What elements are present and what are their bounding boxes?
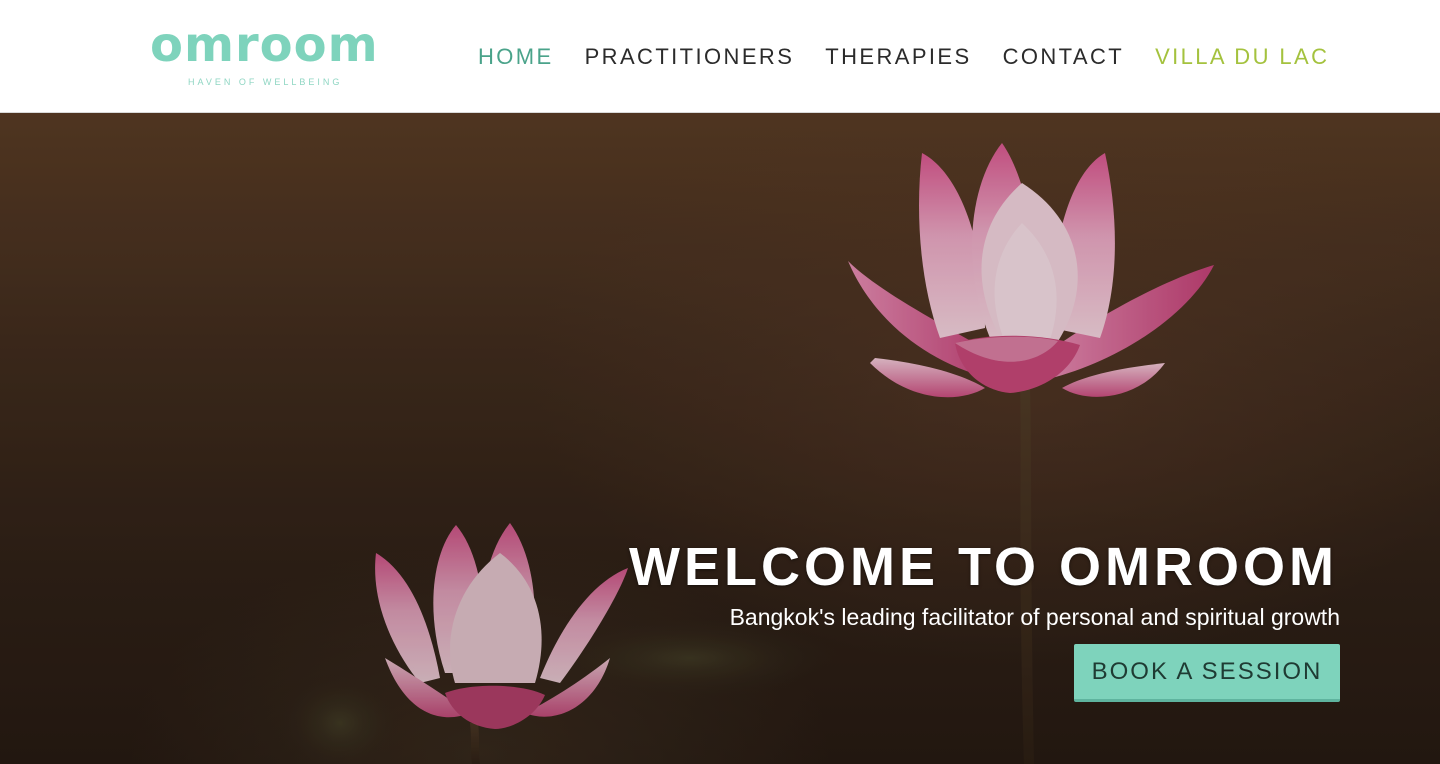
logo-wordmark: omroom (150, 17, 379, 73)
site-header: omroom HAVEN OF WELLBEING HOME PRACTITIO… (0, 0, 1440, 113)
hero-subtitle: Bangkok's leading facilitator of persona… (729, 604, 1340, 630)
nav-therapies[interactable]: THERAPIES (825, 43, 971, 71)
hero-banner: WELCOME TO OMROOM Bangkok's leading faci… (0, 113, 1440, 764)
nav-practitioners[interactable]: PRACTITIONERS (585, 43, 795, 71)
logo-tagline: HAVEN OF WELLBEING (188, 77, 343, 87)
omroom-logo[interactable]: omroom HAVEN OF WELLBEING (150, 20, 386, 92)
main-nav: HOME PRACTITIONERS THERAPIES CONTACT VIL… (478, 42, 1329, 72)
hero-title: WELCOME TO OMROOM (629, 537, 1338, 597)
nav-villa-du-lac[interactable]: VILLA DU LAC (1155, 43, 1329, 71)
book-session-button[interactable]: BOOK A SESSION (1074, 644, 1340, 702)
nav-contact[interactable]: CONTACT (1003, 43, 1125, 71)
nav-home[interactable]: HOME (478, 43, 554, 71)
